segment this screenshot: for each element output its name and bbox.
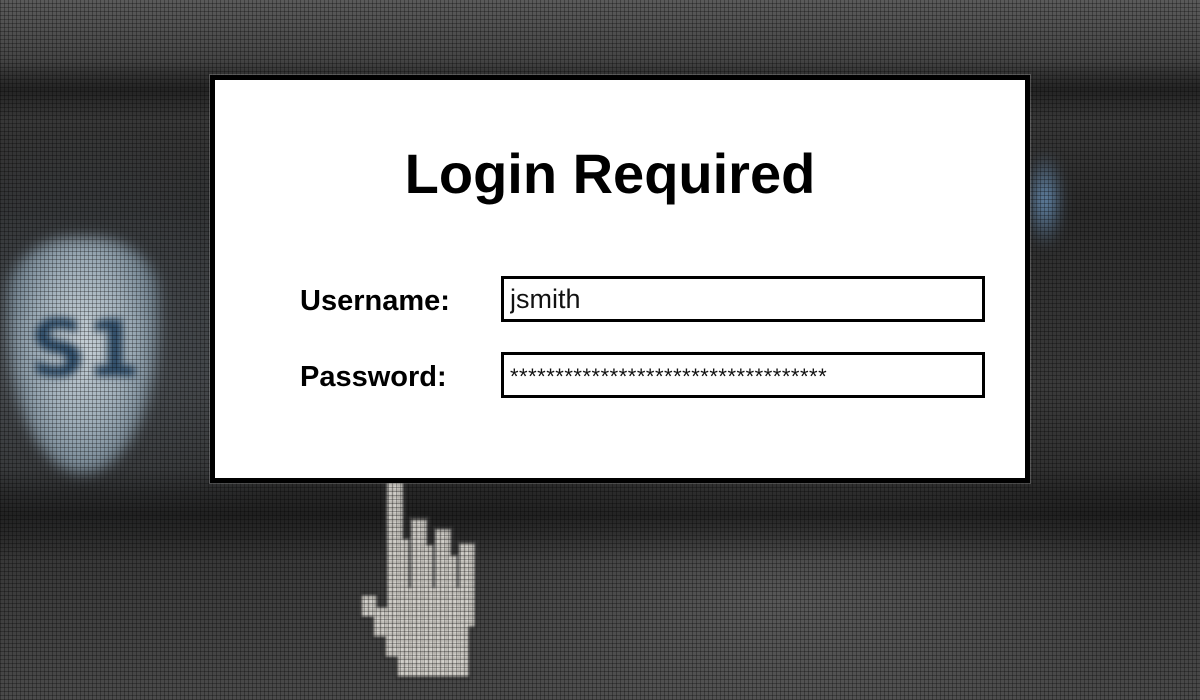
blue-glow bbox=[1025, 150, 1065, 250]
shield-glyph: S1 bbox=[30, 305, 141, 395]
password-field[interactable] bbox=[501, 352, 985, 398]
username-field[interactable] bbox=[501, 276, 985, 322]
password-label: Password: bbox=[300, 361, 447, 393]
dialog-title: Login Required bbox=[404, 142, 816, 205]
screen-background: S1 Login Required Username: Password: bbox=[0, 0, 1200, 700]
username-label: Username: bbox=[300, 285, 450, 317]
login-dialog: Login Required Username: Password: bbox=[210, 75, 1030, 483]
background-band bbox=[0, 470, 1200, 560]
username-input[interactable] bbox=[504, 279, 982, 319]
password-input[interactable] bbox=[504, 355, 982, 395]
hand-pointer-icon bbox=[358, 478, 478, 680]
